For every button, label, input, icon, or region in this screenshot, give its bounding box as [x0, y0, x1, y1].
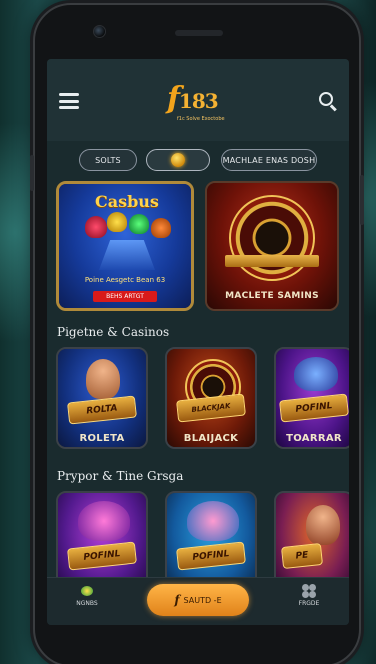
- tile-label: TOARRAR: [286, 433, 342, 444]
- dealer-figure: [86, 359, 120, 399]
- dragon-figure: [78, 501, 130, 541]
- nav-label: FRGDE: [298, 600, 320, 607]
- filter-coins[interactable]: [146, 149, 210, 171]
- tile-label: ROLETA: [79, 433, 125, 444]
- nav-label: NGNBS: [76, 600, 98, 607]
- banner-title: Casbus: [95, 192, 159, 211]
- chip-icon: [85, 216, 107, 238]
- roulette-wheel-icon: [229, 195, 315, 281]
- nav-item-profile[interactable]: FRGDE: [279, 584, 339, 607]
- banner-subtitle: Poine Aesgetc Bean 63: [84, 276, 166, 284]
- cta-label: SAUTD -E: [183, 595, 222, 605]
- game-tile-roleta[interactable]: ROLTA ROLETA: [56, 347, 148, 449]
- chip-icon: [151, 218, 171, 238]
- promo-banner-casino[interactable]: Casbus Poine Aesgetc Bean 63 BEHS ARTGT: [56, 181, 194, 311]
- filter-slots[interactable]: SOLTS: [79, 149, 137, 171]
- volume-button: [30, 155, 34, 191]
- app-header: f183 f1c Solve Exoctobe: [47, 59, 349, 141]
- power-button: [360, 175, 364, 225]
- tile-plate: PE: [280, 542, 324, 570]
- phone-frame: f183 f1c Solve Exoctobe SOLTS MACHLAE EN…: [30, 3, 364, 664]
- nav-cta-button[interactable]: f SAUTD -E: [147, 584, 249, 616]
- hamburger-menu-icon[interactable]: [59, 93, 79, 109]
- logo-tagline: f1c Solve Exoctobe: [177, 116, 225, 122]
- dealer-figure: [306, 505, 340, 545]
- dragon-figure: [294, 357, 338, 391]
- clover-icon: [302, 584, 316, 598]
- promo-banner-roulette[interactable]: MACLETE SAMINS: [205, 181, 339, 311]
- chip-icon: [129, 214, 149, 234]
- chip-icon: [107, 212, 127, 232]
- app-screen: f183 f1c Solve Exoctobe SOLTS MACHLAE EN…: [47, 59, 349, 625]
- dragon-figure: [187, 501, 239, 541]
- nav-item-home[interactable]: NGNBS: [57, 584, 117, 607]
- coin-icon: [171, 153, 185, 167]
- banner-cta-button[interactable]: BEHS ARTGT: [93, 291, 157, 302]
- filter-row: SOLTS MACHLAE ENAS DOSH: [47, 145, 349, 175]
- app-logo: f183: [167, 81, 219, 116]
- front-camera-icon: [93, 25, 106, 38]
- banner-label: MACLETE SAMINS: [225, 291, 319, 301]
- search-icon[interactable]: [319, 92, 339, 112]
- leaf-icon: [80, 584, 94, 598]
- filter-machine-games[interactable]: MACHLAE ENAS DOSH: [221, 149, 317, 171]
- phone-bezel: [35, 5, 359, 57]
- banner-ribbon: [225, 255, 319, 267]
- tile-label: BLAIJACK: [183, 433, 239, 444]
- speaker-grille: [175, 30, 223, 36]
- section-title: Pigetne & Casinos: [57, 325, 170, 339]
- cta-logo-glyph: f: [174, 593, 180, 607]
- section-title: Prypor & Tine Grsga: [57, 469, 184, 483]
- bottom-nav: NGNBS f SAUTD -E FRGDE: [47, 577, 349, 625]
- game-tile-blackjack[interactable]: BLACKJAK BLAIJACK: [165, 347, 257, 449]
- game-tile-poker[interactable]: POFINL TOARRAR: [274, 347, 349, 449]
